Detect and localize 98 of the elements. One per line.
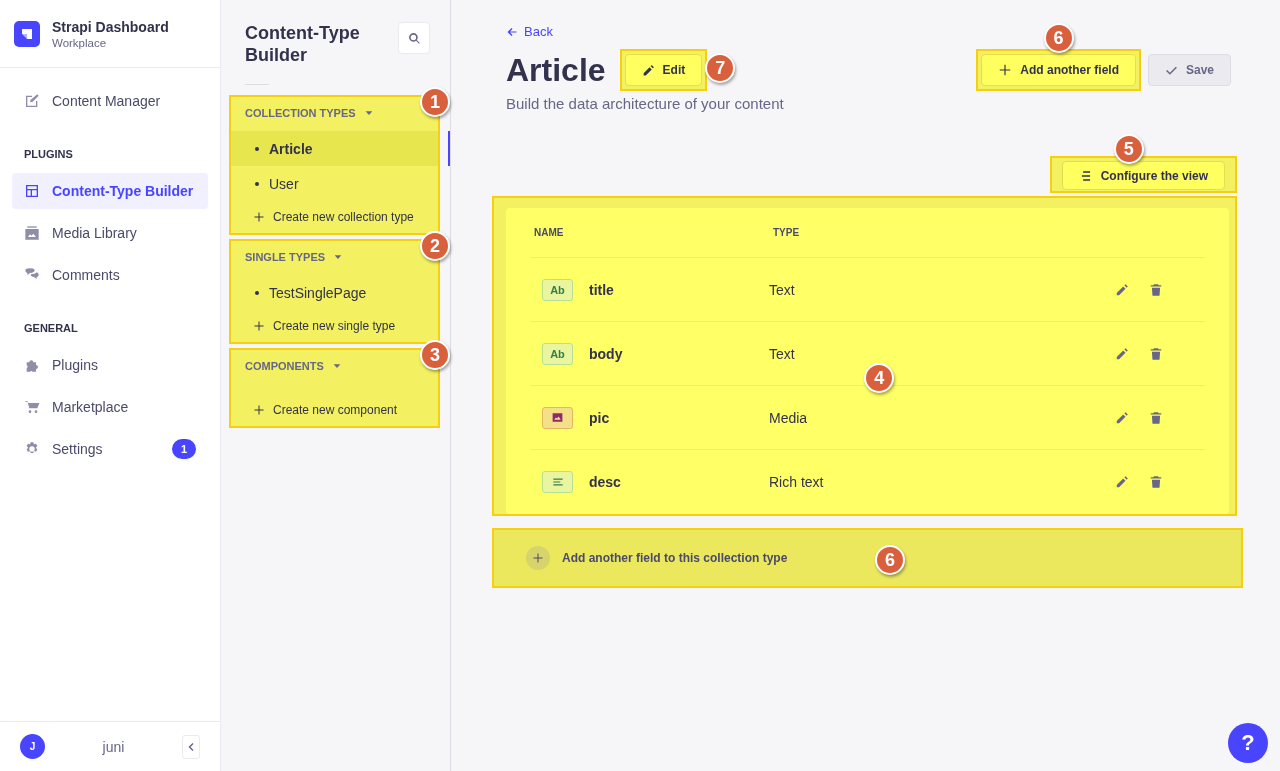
caret-icon (363, 108, 374, 118)
nav-section-heading: PLUGINS (23, 147, 74, 162)
trash-icon (1149, 410, 1163, 425)
callout-marker: 6 (1043, 23, 1074, 53)
group-toggle[interactable]: COMPONENTS (231, 356, 342, 376)
user-name: juni (101, 738, 126, 755)
workspace-name: Workplace (52, 36, 108, 49)
pencil-icon (1115, 475, 1129, 489)
nav-item[interactable]: Media Library (12, 215, 208, 251)
collapse-button[interactable] (182, 734, 200, 759)
column-header: TYPE (773, 227, 801, 238)
delete-field-button[interactable] (1149, 410, 1163, 425)
caret-icon (333, 252, 344, 262)
field-name: body (589, 345, 623, 362)
configure-view-button[interactable]: Configure the view (1061, 161, 1225, 190)
arrow-left-icon (506, 25, 518, 38)
text-type-badge: Ab (542, 278, 573, 301)
notification-count: 1 (172, 439, 196, 459)
pencil-icon (641, 63, 655, 77)
delete-field-button[interactable] (1149, 346, 1163, 361)
nav-item-label: Content Manager (52, 93, 162, 109)
group-toggle[interactable]: SINGLE TYPES (231, 247, 344, 267)
edit-button[interactable]: Edit (624, 54, 703, 86)
field-type: Text (769, 345, 796, 362)
nav-item[interactable]: Settings 1 (12, 431, 208, 467)
nav-item[interactable]: Content Manager (12, 83, 208, 119)
nav-item-label: Media Library (52, 225, 138, 241)
plus-icon (253, 404, 265, 416)
create-link[interactable]: Create new single type (231, 314, 438, 338)
callout-marker: 6 (874, 545, 905, 575)
help-button[interactable]: ? (1228, 723, 1268, 763)
delete-field-button[interactable] (1149, 282, 1163, 297)
add-field-link[interactable]: Add another field to this collection type (526, 546, 788, 570)
bullet-icon (255, 146, 259, 151)
back-link[interactable]: Back (506, 24, 553, 39)
nav-item-label: Content-Type Builder (52, 183, 195, 199)
field-type: Media (769, 409, 809, 426)
plus-icon (998, 63, 1013, 77)
nav-item-label: Settings (52, 441, 104, 457)
active-indicator (448, 131, 450, 166)
pencil-icon (1115, 346, 1129, 361)
pencil-icon (1115, 410, 1129, 425)
nav-item-label: Plugins (52, 357, 99, 373)
callout-marker: 1 (420, 87, 450, 117)
plus-icon (253, 211, 265, 223)
content-type-item[interactable]: TestSinglePage (231, 275, 438, 310)
add-field-button[interactable]: Add another field (981, 54, 1136, 86)
pen-icon (24, 93, 40, 109)
cart-icon (24, 399, 40, 415)
image-icon (24, 225, 40, 241)
nav-item[interactable]: Marketplace (12, 389, 208, 425)
bullet-icon (255, 181, 259, 186)
content-type-item[interactable]: User (231, 166, 438, 201)
puzzle-icon (24, 357, 40, 373)
app-title: Strapi Dashboard (52, 18, 169, 35)
delete-field-button[interactable] (1149, 475, 1163, 489)
plus-icon (532, 552, 544, 564)
search-icon (407, 31, 421, 45)
search-button[interactable] (398, 22, 430, 54)
trash-icon (1149, 475, 1163, 489)
group-toggle[interactable]: COLLECTION TYPES (231, 103, 374, 123)
page-title: Article (506, 51, 606, 89)
nav-item[interactable]: Content-Type Builder (12, 173, 208, 209)
trash-icon (1149, 282, 1163, 297)
callout-marker: 5 (1113, 134, 1144, 164)
layout-icon (24, 183, 40, 199)
nav-item[interactable]: Comments (12, 257, 208, 293)
create-link[interactable]: Create new collection type (231, 205, 438, 229)
nav-item-label: Comments (52, 267, 121, 283)
field-type: Rich text (769, 474, 825, 490)
field-name: pic (589, 409, 610, 426)
edit-field-button[interactable] (1115, 282, 1129, 297)
edit-field-button[interactable] (1115, 346, 1129, 361)
callout-marker: 7 (705, 53, 736, 83)
text-type-badge: Ab (542, 342, 573, 365)
media-type-icon (542, 406, 573, 429)
rich-text-type-icon (542, 471, 573, 493)
create-link[interactable]: Create new component (231, 398, 438, 422)
field-name: desc (589, 474, 621, 490)
field-name: title (589, 281, 614, 298)
panel-title: Content-Type Builder (245, 22, 361, 66)
page-subtitle: Build the data architecture of your content (506, 95, 785, 112)
pencil-icon (1115, 282, 1129, 297)
nav-section-heading: GENERAL (23, 321, 79, 336)
nav-item[interactable]: Plugins (12, 347, 208, 383)
plus-icon (253, 320, 265, 332)
column-header: NAME (534, 227, 565, 238)
trash-icon (1149, 346, 1163, 361)
logo-icon (14, 20, 40, 47)
callout-marker: 3 (420, 340, 450, 370)
nav-item-label: Marketplace (52, 399, 130, 415)
bullet-icon (255, 290, 259, 295)
edit-field-button[interactable] (1115, 410, 1129, 425)
caret-icon (331, 361, 342, 371)
callout-marker: 2 (420, 231, 450, 261)
edit-field-button[interactable] (1115, 475, 1129, 489)
field-type: Text (769, 281, 796, 298)
user-avatar: J (20, 734, 45, 759)
